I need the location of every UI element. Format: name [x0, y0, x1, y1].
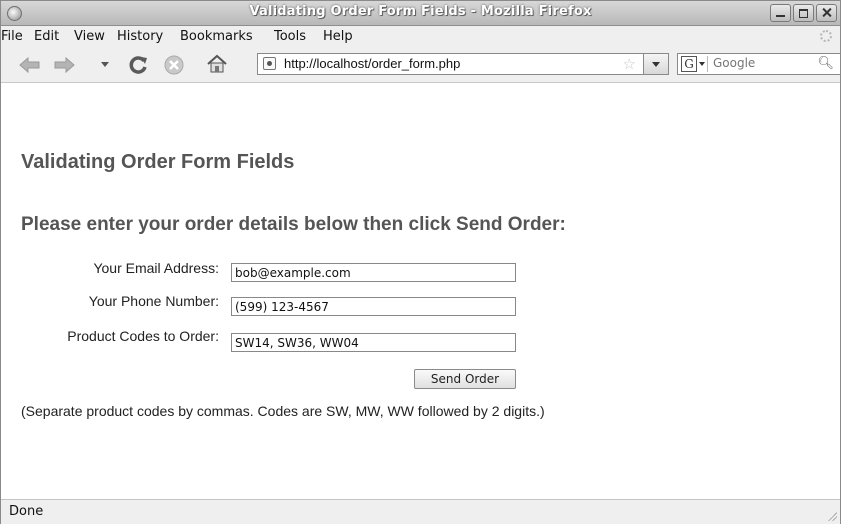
search-engine-icon[interactable]: G	[681, 56, 697, 72]
browser-window: Validating Order Form Fields - Mozilla F…	[0, 0, 841, 524]
minimize-button[interactable]	[770, 4, 791, 22]
navigation-toolbar: http://localhost/order_form.php ☆ G 🔍︎	[1, 48, 840, 83]
page-content: Validating Order Form Fields Please ente…	[1, 83, 840, 499]
reload-icon[interactable]	[129, 55, 149, 79]
product-codes-note: (Separate product codes by commas. Codes…	[21, 403, 545, 419]
close-icon	[817, 5, 836, 21]
search-box[interactable]: G 🔍︎	[677, 53, 840, 75]
url-bar[interactable]: http://localhost/order_form.php ☆	[257, 53, 669, 75]
menu-file[interactable]: File	[1, 29, 23, 44]
search-input[interactable]	[711, 55, 815, 71]
email-label: Your Email Address:	[93, 260, 219, 276]
window-controls	[770, 4, 837, 22]
stop-icon[interactable]	[164, 55, 184, 79]
close-button[interactable]	[816, 4, 837, 22]
back-arrow-icon[interactable]	[19, 56, 41, 74]
title-bar: Validating Order Form Fields - Mozilla F…	[1, 1, 840, 26]
window-title: Validating Order Form Fields - Mozilla F…	[249, 4, 592, 19]
instructions-heading: Please enter your order details below th…	[21, 214, 566, 235]
history-dropdown-icon[interactable]	[101, 62, 109, 67]
minimize-icon	[771, 5, 790, 21]
forward-arrow-icon[interactable]	[53, 56, 75, 74]
home-icon[interactable]	[206, 54, 228, 78]
url-history-dropdown-button[interactable]	[643, 54, 668, 74]
email-field[interactable]	[231, 263, 516, 282]
send-order-button[interactable]: Send Order	[414, 369, 516, 389]
phone-label: Your Phone Number:	[88, 293, 219, 309]
status-bar: Done	[1, 499, 840, 524]
search-separator	[707, 56, 708, 72]
menu-bookmarks[interactable]: Bookmarks	[180, 29, 253, 44]
resize-grip-icon[interactable]	[827, 511, 837, 521]
star-icon[interactable]: ☆	[623, 55, 636, 73]
maximize-button[interactable]	[793, 4, 814, 22]
menu-bar: File Edit View History Bookmarks Tools H…	[1, 26, 840, 48]
maximize-icon	[794, 5, 813, 21]
menu-history[interactable]: History	[117, 29, 163, 44]
product-codes-label: Product Codes to Order:	[67, 328, 219, 344]
menu-tools[interactable]: Tools	[274, 29, 306, 44]
product-codes-field[interactable]	[231, 333, 516, 352]
menu-edit[interactable]: Edit	[34, 29, 59, 44]
status-text: Done	[9, 504, 44, 519]
site-identity-icon[interactable]	[263, 57, 276, 70]
menu-help[interactable]: Help	[323, 29, 353, 44]
url-text[interactable]: http://localhost/order_form.php	[284, 56, 460, 71]
phone-field[interactable]	[231, 297, 516, 316]
magnifier-icon[interactable]: 🔍︎	[817, 56, 834, 71]
activity-throbber-icon	[820, 30, 832, 42]
menu-view[interactable]: View	[74, 29, 105, 44]
page-title: Validating Order Form Fields	[21, 151, 295, 173]
search-engine-dropdown-icon[interactable]	[699, 62, 705, 66]
